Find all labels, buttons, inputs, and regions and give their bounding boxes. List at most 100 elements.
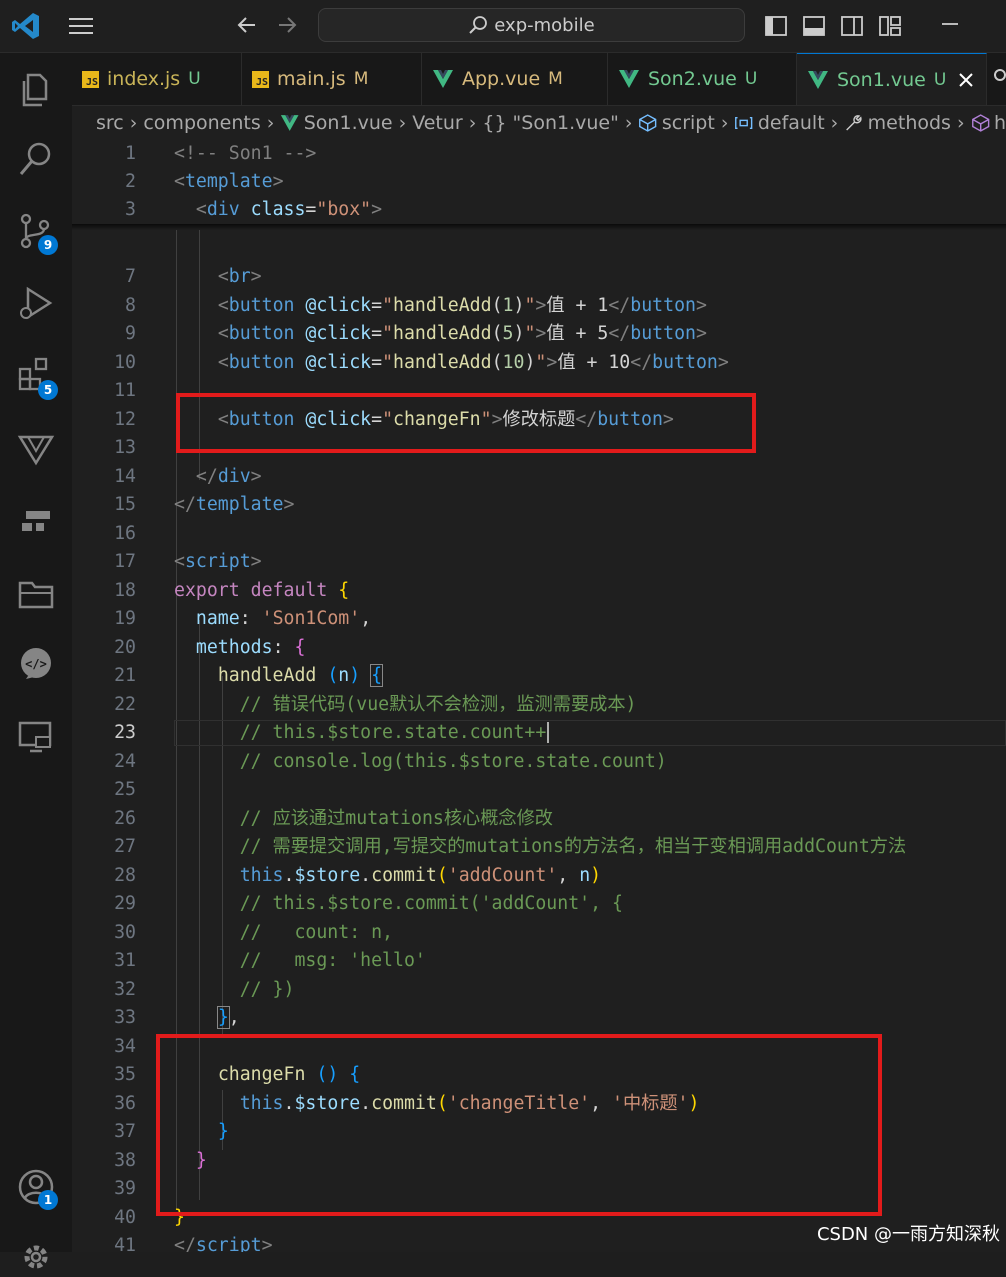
command-center-search[interactable]: exp-mobile: [318, 8, 745, 42]
tab-status: M: [353, 69, 369, 89]
tab-status: U: [188, 69, 201, 89]
breadcrumb-file[interactable]: Son1.vue: [304, 112, 393, 134]
breadcrumb: src › components › Son1.vue › Vetur › {}…: [72, 106, 1006, 140]
vue-file-icon: [281, 115, 299, 131]
watermark: CSDN @一雨方知深秋: [816, 1224, 1000, 1245]
code-line: 27 // 需要提交调用,写提交的mutations的方法名，相当于变相调用ad…: [114, 836, 907, 857]
folders-icon[interactable]: [16, 573, 56, 613]
title-bar: exp-mobile: [0, 0, 1006, 53]
code-line: 25: [114, 779, 136, 800]
activity-bar: 9 5 </> 1: [0, 53, 73, 1269]
toggle-primary-sidebar-icon[interactable]: [764, 14, 788, 38]
code-line: 18 export default {: [114, 580, 350, 601]
customize-layout-icon[interactable]: [878, 14, 902, 38]
method-cube-icon: [971, 114, 989, 132]
close-icon[interactable]: [958, 72, 974, 88]
vscode-logo-icon: [12, 13, 39, 39]
extensions-badge: 5: [38, 380, 58, 400]
search-icon[interactable]: [16, 139, 56, 179]
chevron-right-icon: ›: [720, 112, 729, 134]
minimize-window-icon[interactable]: [938, 12, 962, 36]
chevron-right-icon: ›: [468, 112, 477, 134]
editor-tabs: JS index.js U JS main.js M App.vue M Son…: [72, 53, 1006, 106]
vue-file-icon: [808, 70, 828, 89]
code-line: 28 this.$store.commit('addCount', n): [114, 865, 602, 886]
breadcrumb-components[interactable]: components: [143, 112, 260, 134]
vue-file-icon: [433, 70, 453, 88]
explorer-icon[interactable]: [16, 69, 56, 109]
settings-gear-icon[interactable]: [16, 1237, 56, 1277]
sticky-line[interactable]: 2 <template>: [72, 168, 1006, 196]
toggle-secondary-sidebar-icon[interactable]: [840, 14, 864, 38]
tab-index-js[interactable]: JS index.js U: [72, 53, 242, 105]
code-line: 33 },: [114, 1006, 240, 1029]
highlight-box-changefn: [156, 1034, 882, 1216]
code-line: 19 name: 'Son1Com',: [114, 608, 372, 629]
tab-status: U: [933, 69, 947, 90]
chevron-right-icon: ›: [956, 112, 965, 134]
sticky-scroll[interactable]: 1 <!-- Son1 --> 2 <template> 3 <div class=…: [72, 140, 1006, 224]
breadcrumb-src[interactable]: src: [96, 112, 124, 134]
arrow-right-icon[interactable]: [276, 14, 298, 36]
code-line: 22 // 错误代码(vue默认不会检测，监测需要成本): [114, 694, 637, 715]
field-icon: [735, 117, 753, 129]
svg-text:</>: </>: [25, 657, 47, 671]
account-badge: 1: [38, 1190, 58, 1210]
code-line: 9 <button @click="handleAdd(5)">值 + 5</b…: [125, 323, 707, 344]
wrench-icon: [846, 115, 862, 131]
breadcrumb-script[interactable]: script: [662, 112, 715, 134]
code-line: 23 // this.$store.state.count++: [72, 719, 1006, 747]
breadcrumb-vetur[interactable]: Vetur: [412, 112, 463, 134]
code-line: 7 <br>: [125, 266, 262, 287]
vetur-icon[interactable]: [16, 429, 56, 469]
tab-label: Son2.vue: [648, 68, 737, 90]
code-chat-icon[interactable]: </>: [16, 645, 56, 685]
tab-son2-vue[interactable]: Son2.vue U: [608, 53, 797, 105]
highlight-box-button: [176, 393, 756, 453]
hamburger-menu-icon[interactable]: [66, 14, 96, 38]
tab-son1-vue[interactable]: Son1.vue U: [797, 53, 987, 105]
code-line: 8 <button @click="handleAdd(1)">值 + 1</b…: [125, 295, 707, 316]
layout-controls: [764, 14, 902, 38]
cube-icon: [639, 114, 657, 132]
code-line: 32 // }): [114, 979, 295, 1000]
tab-main-js[interactable]: JS main.js M: [242, 53, 422, 105]
tab-status: U: [744, 69, 758, 89]
command-center-text: exp-mobile: [494, 14, 595, 36]
code-line: 26 // 应该通过mutations核心概念修改: [114, 808, 553, 829]
remote-icon[interactable]: [16, 501, 56, 541]
code-line: 10 <button @click="handleAdd(10)">值 + 10…: [114, 352, 729, 373]
code-line: 14 </div>: [114, 466, 262, 487]
sticky-line[interactable]: 3 <div class="box">: [72, 196, 1006, 224]
chevron-right-icon: ›: [830, 112, 839, 134]
tab-status: M: [548, 69, 563, 89]
tab-overflow-icon[interactable]: [990, 67, 1006, 91]
breadcrumb-handle[interactable]: h: [994, 112, 1006, 134]
code-line: 31 // msg: 'hello': [114, 950, 426, 971]
remote-explorer-icon[interactable]: [16, 717, 56, 757]
tab-label: main.js: [277, 68, 346, 90]
code-line: 20 methods: {: [114, 637, 306, 658]
toggle-panel-icon[interactable]: [802, 14, 826, 38]
run-debug-icon[interactable]: [16, 283, 56, 323]
chevron-right-icon: ›: [398, 112, 407, 134]
vue-file-icon: [619, 70, 639, 88]
breadcrumb-methods[interactable]: methods: [868, 112, 951, 134]
code-line: 21 handleAdd (n) {: [114, 664, 384, 687]
source-control-badge: 9: [38, 235, 58, 255]
search-icon: [469, 16, 488, 34]
javascript-file-icon: JS: [82, 70, 99, 88]
sticky-line[interactable]: 1 <!-- Son1 -->: [72, 140, 1006, 168]
breadcrumb-default[interactable]: default: [758, 112, 825, 134]
code-line: 30 // count: n,: [114, 922, 394, 943]
sticky-scroll-shadow: [72, 224, 1006, 230]
code-line: 16: [114, 523, 136, 544]
javascript-file-icon: JS: [252, 70, 269, 88]
tab-app-vue[interactable]: App.vue M: [422, 53, 608, 105]
tab-label: App.vue: [462, 68, 541, 90]
code-line: 15 </template>: [114, 494, 295, 515]
arrow-left-icon[interactable]: [236, 14, 258, 36]
code-line: 29 // this.$store.commit('addCount', {: [114, 893, 623, 914]
breadcrumb-module[interactable]: {} "Son1.vue": [482, 112, 619, 134]
code-line: 24 // console.log(this.$store.state.coun…: [114, 751, 667, 772]
